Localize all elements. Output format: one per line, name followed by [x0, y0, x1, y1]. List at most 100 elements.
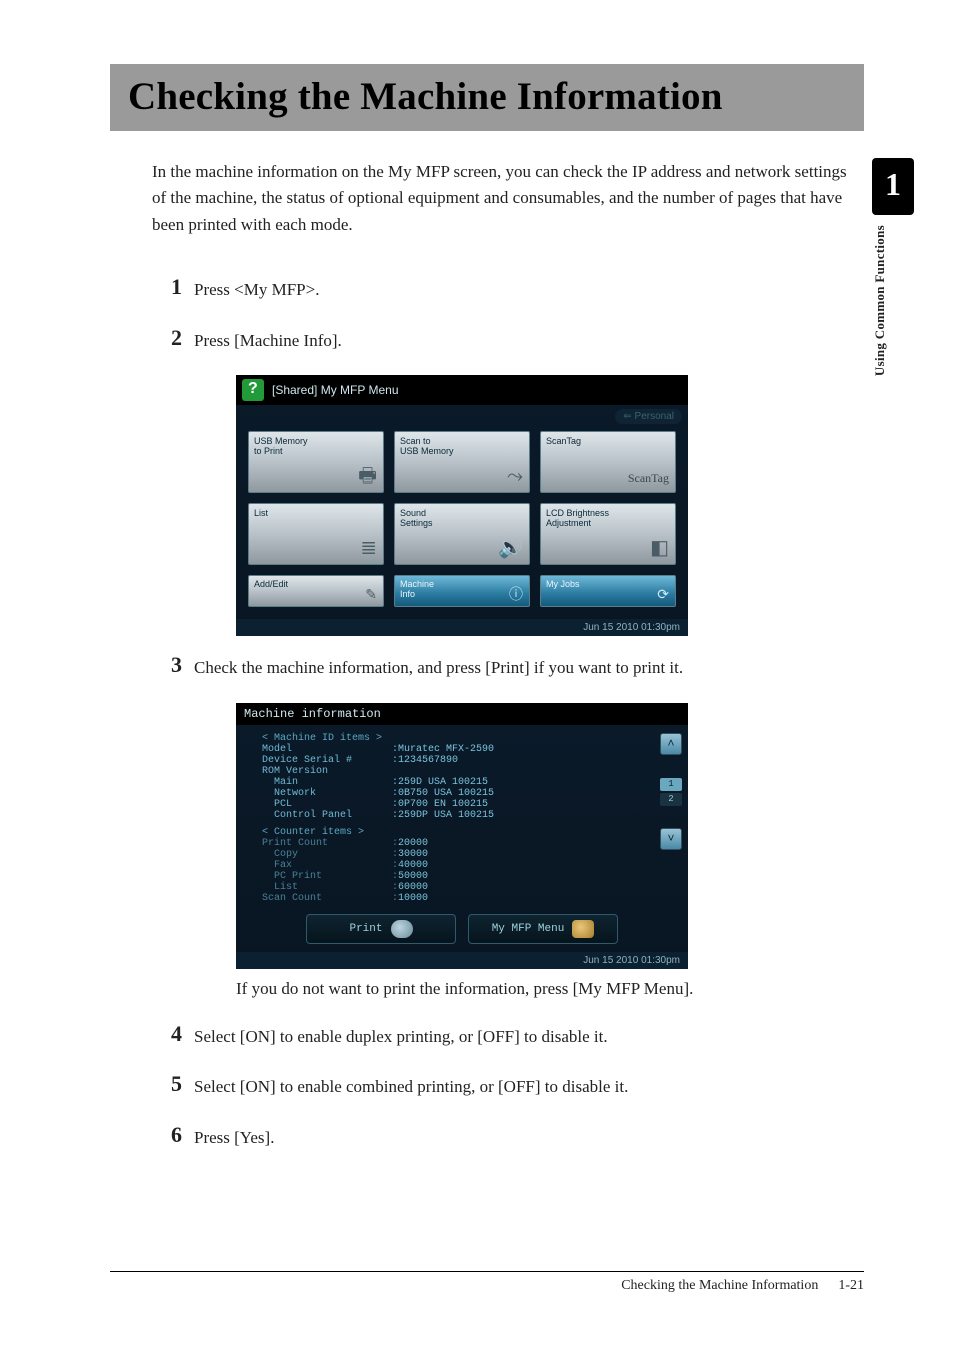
info-row: Scan Count: 10000	[262, 893, 676, 904]
info-label: PC Print	[262, 871, 392, 882]
info-row: Control Panel: 259DP USA 100215	[262, 810, 676, 821]
info-value: 0P700 EN 100215	[398, 799, 488, 810]
list-icon: ≣	[360, 537, 377, 560]
tile-label: Sound Settings	[400, 508, 433, 528]
button-label: My MFP Menu	[492, 923, 565, 935]
info-label: Scan Count	[262, 893, 392, 904]
info-value: 30000	[398, 849, 428, 860]
step-4: 4 Select [ON] to enable duplex printing,…	[152, 1021, 864, 1050]
intro-paragraph: In the machine information on the My MFP…	[152, 159, 864, 238]
colon	[392, 766, 398, 777]
info-value: 50000	[398, 871, 428, 882]
step-number: 3	[152, 652, 182, 678]
info-label: Fax	[262, 860, 392, 871]
scrollbar: ˄ 1 2 ˅	[660, 733, 682, 853]
step-text: Press [Machine Info].	[194, 325, 342, 354]
info-label: PCL	[262, 799, 392, 810]
tile-label: Scan to USB Memory	[400, 436, 454, 456]
page-footer: Checking the Machine Information 1-21	[110, 1271, 864, 1294]
scroll-page-indicator[interactable]: 2	[660, 793, 682, 806]
screenshot-title: [Shared] My MFP Menu	[272, 383, 399, 397]
scan-usb-icon: ⤳	[507, 465, 523, 488]
sound-icon: 🔊	[498, 537, 523, 560]
scantag-logo: ScanTag	[628, 472, 669, 486]
my-mfp-menu-button[interactable]: My MFP Menu	[468, 914, 618, 944]
jobs-icon: ⟳	[657, 586, 669, 602]
brightness-icon: ◧	[650, 537, 669, 560]
page-title-bar: Checking the Machine Information	[110, 64, 864, 131]
info-value: 60000	[398, 882, 428, 893]
help-icon[interactable]	[242, 379, 264, 401]
info-label: Model	[262, 744, 392, 755]
tile-label: Add/Edit	[254, 579, 288, 589]
footer-page-number: 1-21	[838, 1278, 864, 1294]
info-label: Copy	[262, 849, 392, 860]
tile-scantag[interactable]: ScanTag ScanTag	[540, 431, 676, 493]
scroll-down-button[interactable]: ˅	[660, 828, 682, 850]
chapter-tab: 1 Using Common Functions	[872, 158, 914, 376]
step-5: 5 Select [ON] to enable combined printin…	[152, 1071, 864, 1100]
screenshot-timestamp: Jun 15 2010 01:30pm	[236, 619, 688, 636]
tile-my-jobs[interactable]: My Jobs ⟳	[540, 575, 676, 607]
step-text: Press <My MFP>.	[194, 274, 319, 303]
info-label: Main	[262, 777, 392, 788]
tile-machine-info[interactable]: Machine Info ⓘ	[394, 575, 530, 607]
screenshot-machine-info: Machine information < Machine ID items >…	[236, 703, 688, 969]
info-value: 20000	[398, 838, 428, 849]
tile-list[interactable]: List ≣	[248, 503, 384, 565]
back-icon	[572, 920, 594, 938]
section-header: < Counter items >	[262, 827, 364, 838]
info-row: ROM Version	[262, 766, 676, 777]
screenshot-header: [Shared] My MFP Menu	[236, 375, 688, 405]
step-number: 1	[152, 274, 182, 300]
scroll-up-button[interactable]: ˄	[660, 733, 682, 755]
chapter-number: 1	[872, 158, 914, 215]
screenshot-title: Machine information	[236, 703, 688, 725]
tile-label: My Jobs	[546, 579, 580, 589]
step-3: 3 Check the machine information, and pre…	[152, 652, 864, 681]
step-text: Check the machine information, and press…	[194, 652, 683, 681]
tile-usb-to-print[interactable]: USB Memory to Print🖶	[248, 431, 384, 493]
tile-sound-settings[interactable]: Sound Settings 🔊	[394, 503, 530, 565]
info-value: 259DP USA 100215	[398, 810, 494, 821]
section-header: < Machine ID items >	[262, 733, 382, 744]
page-title: Checking the Machine Information	[128, 74, 846, 119]
info-row: Fax: 40000	[262, 860, 676, 871]
tile-label: List	[254, 508, 268, 518]
tile-add-edit[interactable]: Add/Edit ✎	[248, 575, 384, 607]
step-3-sub: If you do not want to print the informat…	[236, 979, 864, 999]
button-label: Print	[349, 923, 382, 935]
info-row: List: 60000	[262, 882, 676, 893]
scroll-page-indicator[interactable]: 1	[660, 778, 682, 791]
info-icon	[391, 920, 413, 938]
info-value: 40000	[398, 860, 428, 871]
info-row: Print Count: 20000	[262, 838, 676, 849]
step-text: Press [Yes].	[194, 1122, 274, 1151]
print-button[interactable]: Print	[306, 914, 456, 944]
step-2: 2 Press [Machine Info].	[152, 325, 864, 354]
tile-label: ScanTag	[546, 436, 581, 446]
info-label: ROM Version	[262, 766, 392, 777]
info-value: 10000	[398, 893, 428, 904]
info-label: List	[262, 882, 392, 893]
step-number: 4	[152, 1021, 182, 1047]
edit-icon: ✎	[365, 586, 377, 602]
screenshot-my-mfp-menu: [Shared] My MFP Menu ⇐ Personal USB Memo…	[236, 375, 688, 636]
step-number: 2	[152, 325, 182, 351]
personal-toggle[interactable]: ⇐ Personal	[615, 409, 682, 424]
info-label: Control Panel	[262, 810, 392, 821]
screenshot-timestamp: Jun 15 2010 01:30pm	[236, 952, 688, 969]
info-value: 1234567890	[398, 755, 458, 766]
tile-label: Machine Info	[400, 579, 434, 599]
info-row: PC Print: 50000	[262, 871, 676, 882]
tile-lcd-brightness[interactable]: LCD Brightness Adjustment◧	[540, 503, 676, 565]
step-number: 6	[152, 1122, 182, 1148]
step-number: 5	[152, 1071, 182, 1097]
step-text: Select [ON] to enable combined printing,…	[194, 1071, 628, 1100]
footer-title: Checking the Machine Information	[621, 1278, 818, 1294]
info-icon: ⓘ	[509, 586, 523, 602]
info-value: Muratec MFX-2590	[398, 744, 494, 755]
step-text: Select [ON] to enable duplex printing, o…	[194, 1021, 608, 1050]
tile-scan-to-usb[interactable]: Scan to USB Memory ⤳	[394, 431, 530, 493]
tile-label: USB Memory to Print	[254, 436, 308, 456]
